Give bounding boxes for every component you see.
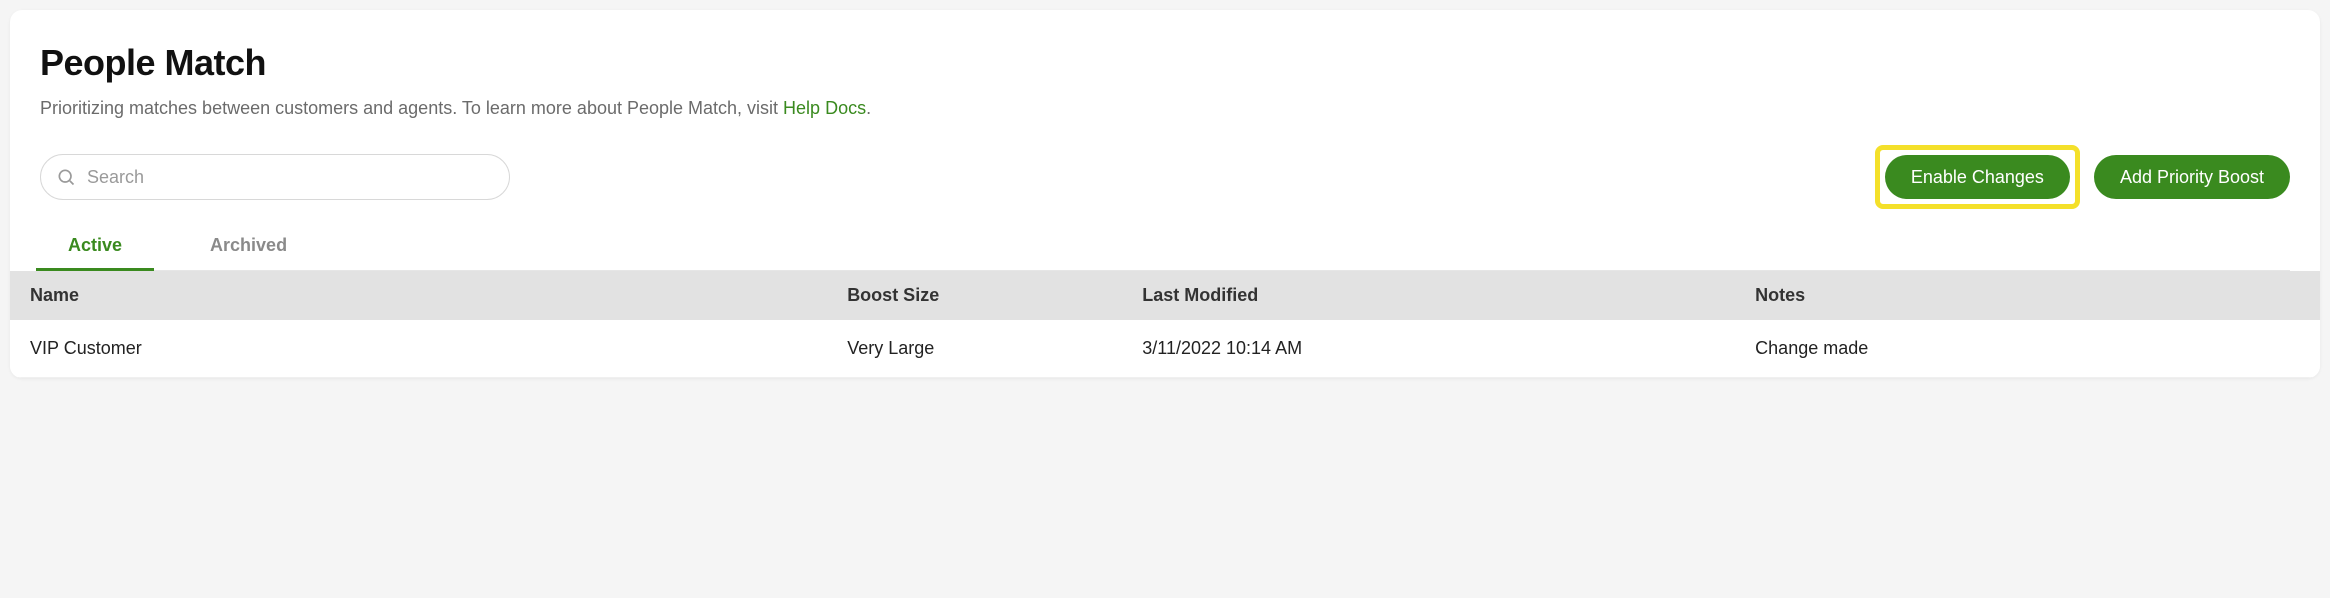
tabs: Active Archived	[40, 223, 2290, 271]
col-header-modified: Last Modified	[1142, 285, 1755, 306]
toolbar: Enable Changes Add Priority Boost	[40, 145, 2290, 209]
page-header-region: People Match Prioritizing matches betwee…	[10, 10, 2320, 271]
help-docs-link[interactable]: Help Docs	[783, 98, 866, 118]
page-subtitle: Prioritizing matches between customers a…	[40, 98, 2290, 119]
highlight-enable-changes: Enable Changes	[1875, 145, 2080, 209]
cell-notes: Change made	[1755, 338, 2300, 359]
subtitle-text: Prioritizing matches between customers a…	[40, 98, 783, 118]
priority-table: Name Boost Size Last Modified Notes VIP …	[10, 271, 2320, 378]
table-row[interactable]: VIP Customer Very Large 3/11/2022 10:14 …	[10, 320, 2320, 378]
cell-modified: 3/11/2022 10:14 AM	[1142, 338, 1755, 359]
search-input[interactable]	[40, 154, 510, 200]
enable-changes-button[interactable]: Enable Changes	[1885, 155, 2070, 199]
search-icon	[56, 167, 76, 187]
tab-archived[interactable]: Archived	[206, 223, 291, 270]
col-header-boost: Boost Size	[847, 285, 1142, 306]
table-header-row: Name Boost Size Last Modified Notes	[10, 271, 2320, 320]
page-title: People Match	[40, 42, 2290, 84]
search-wrap	[40, 154, 510, 200]
tab-active[interactable]: Active	[64, 223, 126, 270]
col-header-notes: Notes	[1755, 285, 2300, 306]
add-priority-boost-button[interactable]: Add Priority Boost	[2094, 155, 2290, 199]
page-card: People Match Prioritizing matches betwee…	[10, 10, 2320, 378]
cell-name: VIP Customer	[30, 338, 847, 359]
button-group: Enable Changes Add Priority Boost	[1875, 145, 2290, 209]
cell-boost: Very Large	[847, 338, 1142, 359]
col-header-name: Name	[30, 285, 847, 306]
subtitle-suffix: .	[866, 98, 871, 118]
